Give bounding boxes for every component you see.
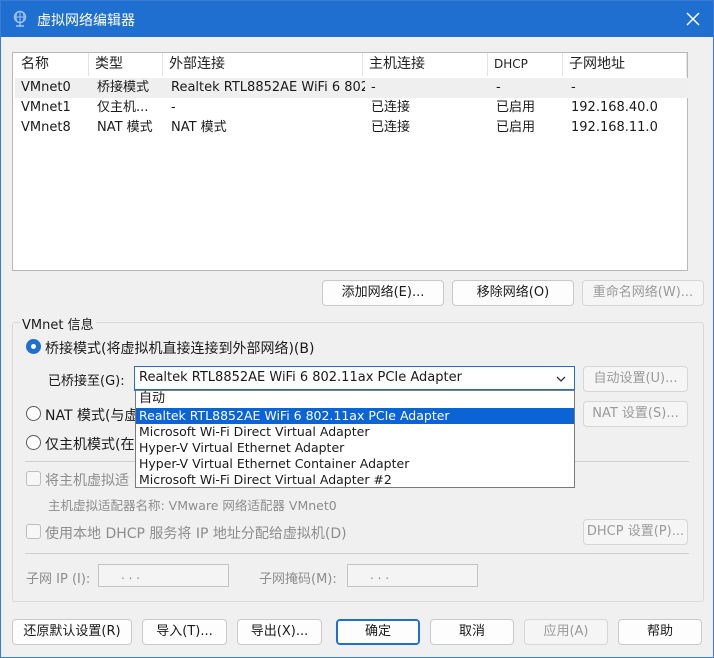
dhcp-settings-button[interactable]: DHCP 设置(P)... [583, 519, 688, 545]
cell-host: 已连接 [371, 120, 411, 135]
dropdown-option[interactable]: Hyper-V Virtual Ethernet Adapter [136, 440, 574, 456]
cell-subnet: 192.168.11.0 [571, 120, 658, 135]
dropdown-option[interactable]: 自动 [136, 391, 574, 407]
cancel-button[interactable]: 取消 [430, 619, 514, 645]
restore-defaults-button[interactable]: 还原默认设置(R) [12, 619, 132, 645]
network-list-header: 名称 类型 外部连接 主机连接 DHCP 子网地址 [13, 53, 687, 76]
bridged-to-value: Realtek RTL8852AE WiFi 6 802.11ax PCIe A… [139, 370, 462, 385]
network-globe-icon [11, 10, 29, 28]
divider [25, 553, 689, 554]
nat-settings-button[interactable]: NAT 设置(S)... [583, 401, 688, 427]
subnet-mask-label: 子网掩码(M): [259, 572, 337, 587]
cell-dhcp: - [496, 80, 501, 95]
column-header-dhcp[interactable]: DHCP [488, 53, 563, 76]
table-row[interactable]: VMnet8 NAT 模式 NAT 模式 已连接 已启用 192.168.11.… [15, 118, 689, 138]
column-header-host[interactable]: 主机连接 [363, 53, 488, 76]
cell-type: NAT 模式 [97, 120, 153, 135]
dropdown-option[interactable]: Microsoft Wi-Fi Direct Virtual Adapter [136, 424, 574, 440]
virtual-network-editor-window: 虚拟网络编辑器 名称 类型 外部连接 主机连接 DHCP 子网地址 VMnet0… [0, 0, 714, 658]
add-network-button[interactable]: 添加网络(E)... [322, 280, 444, 306]
column-header-external[interactable]: 外部连接 [163, 53, 363, 76]
column-header-name[interactable]: 名称 [15, 53, 89, 76]
cell-name: VMnet1 [21, 100, 71, 115]
cell-name: VMnet8 [21, 120, 71, 135]
connect-host-adapter-checkbox[interactable] [26, 471, 41, 486]
title-bar[interactable]: 虚拟网络编辑器 [1, 1, 713, 37]
table-row[interactable]: VMnet0 桥接模式 Realtek RTL8852AE WiFi 6 802… [15, 78, 689, 98]
bridged-mode-radio[interactable] [26, 339, 41, 354]
close-icon[interactable] [681, 7, 705, 31]
window-title: 虚拟网络编辑器 [37, 13, 135, 29]
cell-external: Realtek RTL8852AE WiFi 6 802.... [171, 80, 365, 95]
vmnet-info-label: VMnet 信息 [20, 314, 96, 333]
nat-mode-label[interactable]: NAT 模式(与虚 [45, 405, 138, 425]
host-only-label[interactable]: 仅主机模式(在 [45, 434, 134, 454]
column-header-type[interactable]: 类型 [89, 53, 163, 76]
bridged-to-dropdown[interactable]: 自动 Realtek RTL8852AE WiFi 6 802.11ax PCI… [135, 390, 575, 488]
help-button[interactable]: 帮助 [618, 619, 702, 645]
cell-type: 仅主机... [97, 100, 149, 115]
subnet-mask-input[interactable]: . . . [347, 564, 478, 587]
nat-mode-radio[interactable] [26, 406, 41, 421]
cell-external: - [171, 100, 176, 115]
dropdown-option[interactable]: Realtek RTL8852AE WiFi 6 802.11ax PCIe A… [136, 408, 574, 424]
host-only-radio[interactable] [26, 435, 41, 450]
ok-button[interactable]: 确定 [336, 619, 420, 645]
cell-host: - [371, 80, 376, 95]
subnet-ip-label: 子网 IP (I): [26, 572, 91, 587]
cell-subnet: 192.168.40.0 [571, 100, 658, 115]
apply-button[interactable]: 应用(A) [524, 619, 608, 645]
auto-settings-button[interactable]: 自动设置(U)... [583, 366, 688, 392]
remove-network-button[interactable]: 移除网络(O) [452, 280, 574, 306]
cell-dhcp: 已启用 [496, 100, 536, 115]
cell-name: VMnet0 [21, 80, 71, 95]
export-button[interactable]: 导出(X)... [237, 619, 322, 645]
column-header-subnet[interactable]: 子网地址 [563, 53, 687, 76]
bridged-to-select[interactable]: Realtek RTL8852AE WiFi 6 802.11ax PCIe A… [134, 366, 575, 391]
cell-external: NAT 模式 [171, 120, 227, 135]
chevron-down-icon[interactable] [554, 372, 568, 386]
cell-host: 已连接 [371, 100, 411, 115]
use-dhcp-label: 使用本地 DHCP 服务将 IP 地址分配给虚拟机(D) [45, 526, 347, 542]
dropdown-option[interactable]: Microsoft Wi-Fi Direct Virtual Adapter #… [136, 472, 574, 488]
bridged-mode-label[interactable]: 桥接模式(将虚拟机直接连接到外部网络)(B) [45, 338, 314, 358]
cell-subnet: - [571, 80, 576, 95]
import-button[interactable]: 导入(T)... [142, 619, 227, 645]
host-adapter-name-label: 主机虚拟适配器名称: VMware 网络适配器 VMnet0 [48, 498, 337, 513]
dropdown-option[interactable]: Hyper-V Virtual Ethernet Container Adapt… [136, 456, 574, 472]
use-dhcp-checkbox[interactable] [26, 524, 41, 539]
cell-dhcp: 已启用 [496, 120, 536, 135]
subnet-ip-input[interactable]: . . . [98, 564, 229, 587]
bridged-to-label: 已桥接至(G): [48, 374, 125, 389]
table-row[interactable]: VMnet1 仅主机... - 已连接 已启用 192.168.40.0 [15, 98, 689, 118]
connect-host-adapter-label: 将主机虚拟适 [45, 473, 129, 489]
rename-network-button[interactable]: 重命名网络(W)... [582, 280, 704, 306]
network-list[interactable]: 名称 类型 外部连接 主机连接 DHCP 子网地址 VMnet0 桥接模式 Re… [12, 52, 689, 271]
cell-type: 桥接模式 [97, 80, 150, 95]
